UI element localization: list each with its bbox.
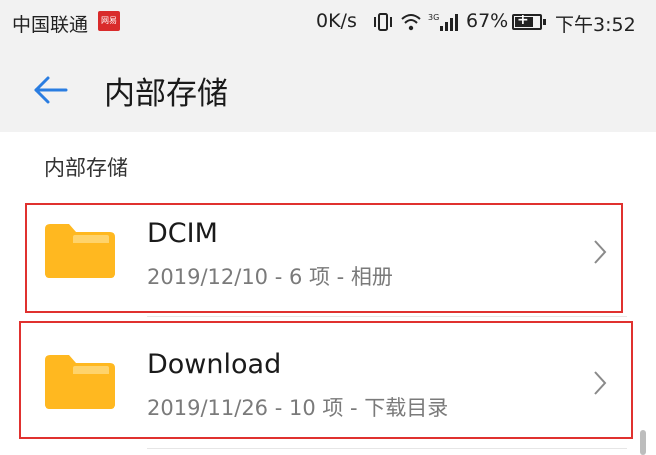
folder-item-download[interactable]: Download 2019/11/26 - 10 项 - 下载目录 bbox=[0, 321, 640, 444]
folder-icon bbox=[45, 224, 115, 278]
page-title: 内部存储 bbox=[104, 76, 228, 112]
scrollbar[interactable] bbox=[640, 430, 646, 455]
folder-meta: 2019/12/10 - 6 项 - 相册 bbox=[147, 265, 393, 289]
divider bbox=[147, 316, 627, 317]
section-header: 内部存储 bbox=[44, 156, 128, 180]
status-icons: 3G bbox=[372, 12, 458, 32]
folder-name: Download bbox=[147, 349, 282, 380]
netease-badge-icon: 网易 bbox=[98, 11, 120, 31]
chevron-right-icon bbox=[594, 371, 607, 395]
folder-name: DCIM bbox=[147, 218, 218, 249]
battery-percent: 67% bbox=[466, 10, 509, 32]
folder-icon bbox=[45, 355, 115, 409]
signal-tag: 3G bbox=[428, 13, 439, 22]
chevron-right-icon bbox=[594, 240, 607, 264]
toolbar: 内部存储 bbox=[0, 44, 656, 132]
carrier-name: 中国联通 bbox=[12, 14, 89, 36]
wifi-icon bbox=[401, 14, 421, 31]
vibrate-icon bbox=[374, 13, 392, 31]
back-arrow-icon[interactable] bbox=[30, 70, 70, 110]
signal-3g-icon: 3G bbox=[428, 13, 458, 31]
folder-meta: 2019/11/26 - 10 项 - 下载目录 bbox=[147, 396, 449, 420]
net-speed: 0K/s bbox=[316, 10, 357, 32]
clock: 下午3:52 bbox=[555, 14, 636, 36]
divider bbox=[147, 448, 627, 449]
status-bar: 中国联通 网易 0K/s 3G 67% + 下午3:52 bbox=[0, 0, 656, 44]
folder-item-dcim[interactable]: DCIM 2019/12/10 - 6 项 - 相册 bbox=[0, 194, 640, 314]
battery-charging-icon: + bbox=[512, 12, 546, 30]
